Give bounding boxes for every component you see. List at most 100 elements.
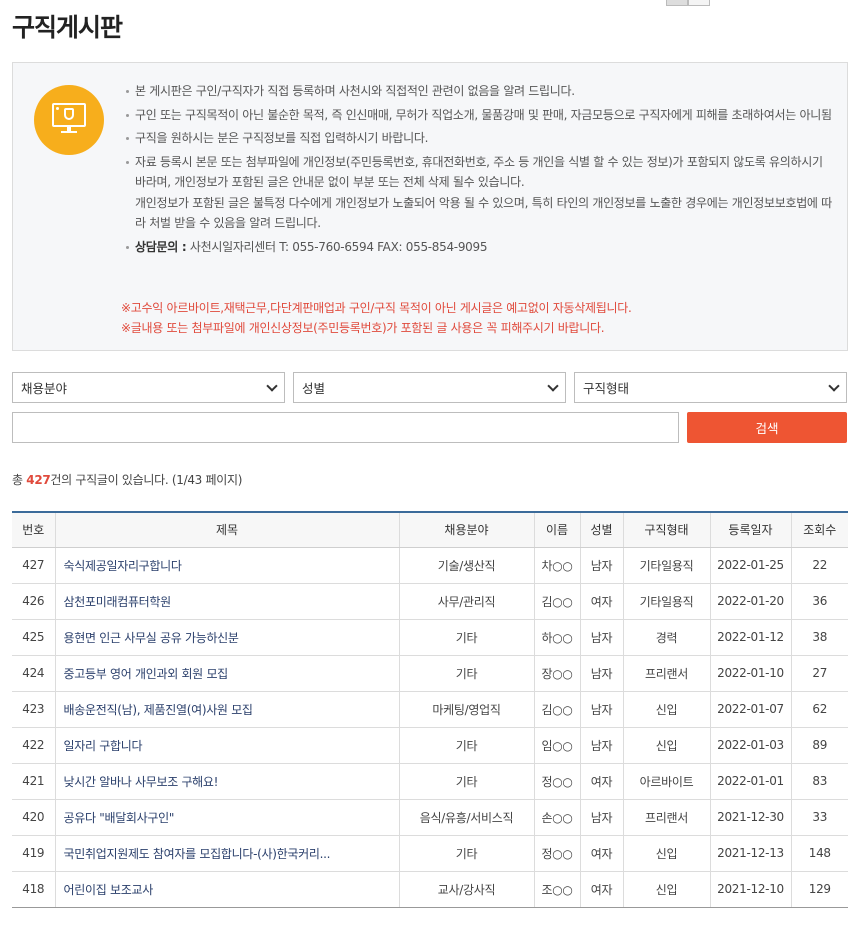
cell-views: 89 [790, 727, 848, 764]
table-row[interactable]: 419 국민취업지원제도 참여자를 모집합니다-(사)한국커리... 기타 정○○ 여자… [12, 835, 848, 872]
cell-views: 38 [790, 619, 848, 656]
table-row[interactable]: 427 숙식제공일자리구합니다 기술/생산직 차○○ 남자 기타일용직 2022-01-25… [12, 547, 848, 584]
contact-value: 사천시일자리센터 T: 055-760-6594 FAX: 055-854-90… [186, 239, 488, 254]
cell-name: 정○○ [533, 835, 580, 872]
notice-item-text: 자료 등록시 본문 또는 첨부파일에 개인정보(주민등록번호, 휴대전화번호, … [135, 154, 823, 190]
warning-personal-info: ※글내용 또는 첨부파일에 개인신상정보(주민등록번호)가 포함된 글 사용은 … [121, 321, 605, 335]
gender-select-value: 성별 [302, 381, 326, 396]
cell-title[interactable]: 낮시간 알바나 사무보조 구해요! [54, 763, 399, 800]
cell-date: 2022-01-25 [709, 547, 791, 584]
cell-title[interactable]: 숙식제공일자리구합니다 [54, 547, 399, 584]
cell-type: 프리랜서 [622, 799, 710, 836]
header-field: 채용분야 [398, 512, 534, 548]
table-row[interactable]: 422 일자리 구합니다 기타 임○○ 남자 신입 2022-01-03 89 [12, 727, 848, 764]
table-row[interactable]: 426 삼천포미래컴퓨터학원 사무/관리직 김○○ 여자 기타일용직 2022-01-20 3… [12, 583, 848, 620]
cell-date: 2021-12-10 [709, 871, 791, 908]
cell-gender: 남자 [579, 547, 623, 584]
cell-field: 기타 [398, 655, 534, 692]
type-select[interactable]: 구직형태 [574, 372, 847, 403]
cell-name: 임○○ [533, 727, 580, 764]
cell-title[interactable]: 중고등부 영어 개인과외 회원 모집 [54, 655, 399, 692]
cell-type: 신입 [622, 835, 710, 872]
table-row[interactable]: 424 중고등부 영어 개인과외 회원 모집 기타 장○○ 남자 프리랜서 2022-01-… [12, 655, 848, 692]
cell-number: 427 [12, 547, 55, 584]
count-suffix: 건의 구직글이 있습니다. (1/43 페이지) [50, 473, 243, 487]
cell-field: 사무/관리직 [398, 583, 534, 620]
top-tab-controls[interactable] [666, 0, 710, 6]
cell-number: 420 [12, 799, 55, 836]
cell-title[interactable]: 공유다 "배달회사구인" [54, 799, 399, 836]
table-header-row: 번호 제목 채용분야 이름 성별 구직형태 등록일자 조회수 [12, 512, 848, 548]
cell-field: 기타 [398, 619, 534, 656]
cell-date: 2022-01-01 [709, 763, 791, 800]
cell-gender: 남자 [579, 619, 623, 656]
search-input[interactable] [12, 412, 679, 443]
header-name: 이름 [533, 512, 580, 548]
cell-name: 조○○ [533, 871, 580, 908]
header-number: 번호 [12, 512, 55, 548]
table-row[interactable]: 421 낮시간 알바나 사무보조 구해요! 기타 정○○ 여자 아르바이트 2022-01-… [12, 763, 848, 800]
cell-type: 신입 [622, 871, 710, 908]
table-row[interactable]: 418 어린이집 보조교사 교사/강사직 조○○ 여자 신입 2021-12-10 129 [12, 871, 848, 908]
cell-views: 36 [790, 583, 848, 620]
cell-date: 2022-01-12 [709, 619, 791, 656]
header-date: 등록일자 [709, 512, 791, 548]
notice-item: 구직을 원하시는 분은 구직정보를 직접 입력하시기 바랍니다. [123, 128, 835, 149]
cell-title[interactable]: 용현면 인근 사무실 공유 가능하신분 [54, 619, 399, 656]
cell-type: 아르바이트 [622, 763, 710, 800]
monitor-shield-icon [34, 85, 104, 155]
top-tab-prev[interactable] [666, 0, 688, 6]
cell-field: 음식/유흥/서비스직 [398, 799, 534, 836]
gender-select[interactable]: 성별 [293, 372, 566, 403]
top-tab-next[interactable] [688, 0, 710, 6]
cell-number: 422 [12, 727, 55, 764]
notice-contact: 상담문의 : 사천시일자리센터 T: 055-760-6594 FAX: 055… [123, 237, 835, 258]
cell-title[interactable]: 배송운전직(남), 제품진열(여)사원 모집 [54, 691, 399, 728]
cell-title[interactable]: 일자리 구합니다 [54, 727, 399, 764]
header-views: 조회수 [790, 512, 848, 548]
cell-name: 차○○ [533, 547, 580, 584]
type-select-value: 구직형태 [583, 381, 630, 396]
cell-field: 기타 [398, 763, 534, 800]
cell-title[interactable]: 국민취업지원제도 참여자를 모집합니다-(사)한국커리... [54, 835, 399, 872]
cell-field: 마케팅/영업직 [398, 691, 534, 728]
cell-title[interactable]: 어린이집 보조교사 [54, 871, 399, 908]
chevron-down-icon [266, 380, 278, 392]
chevron-down-icon [828, 380, 840, 392]
cell-gender: 여자 [579, 583, 623, 620]
cell-date: 2022-01-10 [709, 655, 791, 692]
cell-gender: 여자 [579, 835, 623, 872]
cell-gender: 남자 [579, 727, 623, 764]
cell-gender: 남자 [579, 691, 623, 728]
cell-views: 27 [790, 655, 848, 692]
table-row[interactable]: 425 용현면 인근 사무실 공유 가능하신분 기타 하○○ 남자 경력 2022-01-1… [12, 619, 848, 656]
cell-date: 2021-12-30 [709, 799, 791, 836]
notice-item: 자료 등록시 본문 또는 첨부파일에 개인정보(주민등록번호, 휴대전화번호, … [123, 152, 835, 234]
cell-views: 22 [790, 547, 848, 584]
cell-field: 교사/강사직 [398, 871, 534, 908]
cell-name: 김○○ [533, 583, 580, 620]
cell-views: 33 [790, 799, 848, 836]
cell-name: 장○○ [533, 655, 580, 692]
cell-type: 경력 [622, 619, 710, 656]
job-seeker-table: 번호 제목 채용분야 이름 성별 구직형태 등록일자 조회수 427 숙식제공일자… [12, 511, 848, 908]
cell-name: 정○○ [533, 763, 580, 800]
cell-type: 기타일용직 [622, 583, 710, 620]
cell-title[interactable]: 삼천포미래컴퓨터학원 [54, 583, 399, 620]
cell-date: 2022-01-20 [709, 583, 791, 620]
cell-name: 손○○ [533, 799, 580, 836]
cell-number: 424 [12, 655, 55, 692]
search-button[interactable]: 검색 [687, 412, 847, 443]
cell-name: 하○○ [533, 619, 580, 656]
field-select[interactable]: 채용분야 [12, 372, 285, 403]
notice-item-extra: 개인정보가 포함된 글은 불특정 다수에게 개인정보가 노출되어 악용 될 수 … [135, 195, 832, 231]
cell-views: 62 [790, 691, 848, 728]
table-row[interactable]: 423 배송운전직(남), 제품진열(여)사원 모집 마케팅/영업직 김○○ 남자 신입 2… [12, 691, 848, 728]
table-row[interactable]: 420 공유다 "배달회사구인" 음식/유흥/서비스직 손○○ 남자 프리랜서 2021-1… [12, 799, 848, 836]
field-select-value: 채용분야 [21, 381, 68, 396]
cell-views: 148 [790, 835, 848, 872]
notice-item: 본 게시판은 구인/구직자가 직접 등록하며 사천시와 직접적인 관련이 없음을… [123, 81, 835, 102]
count-prefix: 총 [12, 473, 27, 487]
notice-item: 구인 또는 구직목적이 아닌 불순한 목적, 즉 인신매매, 무허가 직업소개,… [123, 105, 835, 126]
cell-date: 2022-01-07 [709, 691, 791, 728]
